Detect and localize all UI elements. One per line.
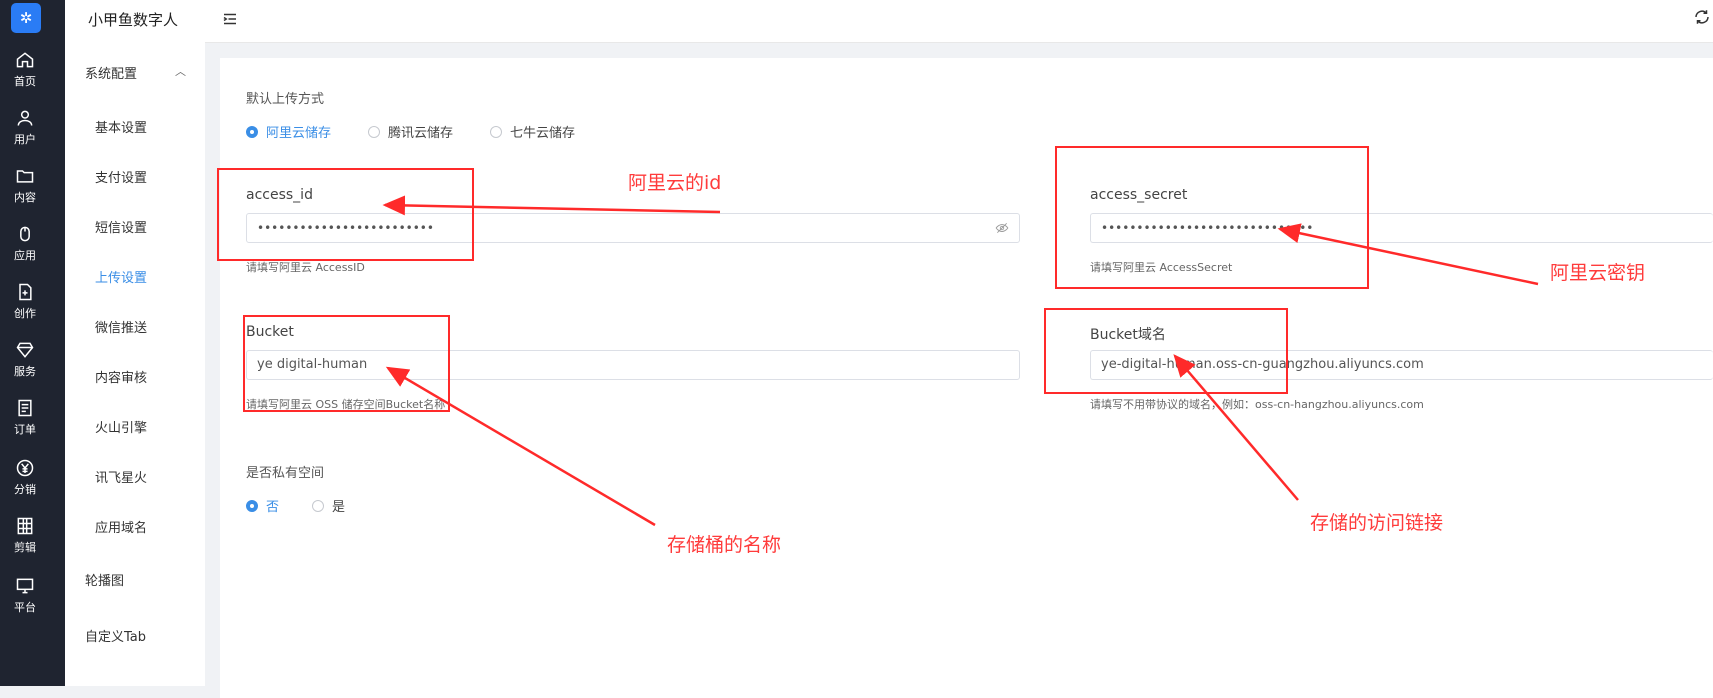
nav-group-system-config[interactable]: 系统配置 ︿ bbox=[85, 63, 186, 82]
diamond-icon bbox=[16, 342, 34, 358]
radio-dot bbox=[490, 125, 502, 138]
radio-aliyun[interactable]: 阿里云储存 bbox=[246, 122, 331, 141]
bucket-value: ye digital-human bbox=[257, 357, 368, 372]
rail-label-home: 首页 bbox=[14, 75, 36, 88]
eye-off-icon[interactable] bbox=[995, 222, 1009, 234]
nav-item-xfyun-spark[interactable]: 讯飞星火 bbox=[95, 467, 147, 486]
rail-item-content[interactable]: 内容 bbox=[0, 166, 50, 205]
access-secret-hint: 请填写阿里云 AccessSecret bbox=[1090, 261, 1233, 274]
nav-item-sms[interactable]: 短信设置 bbox=[95, 217, 147, 236]
default-upload-label: 默认上传方式 bbox=[246, 92, 325, 107]
radio-aliyun-label: 阿里云储存 bbox=[266, 126, 332, 141]
film-grid-icon bbox=[17, 517, 33, 535]
nav-item-volcengine[interactable]: 火山引擎 bbox=[95, 417, 147, 436]
note-bucket-domain: 存储的访问链接 bbox=[1310, 512, 1444, 534]
bucket-input[interactable]: ye digital-human bbox=[246, 350, 1020, 380]
rail-item-distribution[interactable]: 分销 bbox=[0, 458, 50, 497]
order-list-icon bbox=[18, 399, 32, 417]
radio-private-yes-label: 是 bbox=[332, 500, 346, 515]
rail-item-user[interactable]: 用户 bbox=[0, 108, 50, 147]
bucket-domain-input[interactable]: ye-digital-human.oss-cn-guangzhou.aliyun… bbox=[1090, 350, 1713, 380]
rail-item-editing[interactable]: 剪辑 bbox=[0, 516, 50, 555]
app-name: 小甲鱼数字人 bbox=[88, 11, 179, 29]
nav-item-carousel[interactable]: 轮播图 bbox=[85, 570, 124, 589]
access-id-hint: 请填写阿里云 AccessID bbox=[246, 261, 365, 274]
rail-item-create[interactable]: 创作 bbox=[0, 282, 50, 321]
access-id-value: ••••••••••••••••••••••••• bbox=[257, 221, 434, 235]
access-secret-value: •••••••••••••••••••••••••••••• bbox=[1101, 221, 1314, 235]
chevron-up-icon: ︿ bbox=[175, 65, 186, 78]
bucket-label: Bucket bbox=[246, 324, 294, 340]
nav-item-upload[interactable]: 上传设置 bbox=[95, 267, 147, 286]
bucket-domain-label: Bucket域名 bbox=[1090, 327, 1166, 343]
monitor-icon bbox=[16, 578, 34, 594]
nav-item-wechat-push[interactable]: 微信推送 bbox=[95, 317, 147, 336]
yen-icon bbox=[16, 459, 34, 477]
user-icon bbox=[17, 110, 33, 126]
rail-label-create: 创作 bbox=[14, 307, 36, 320]
radio-qiniu[interactable]: 七牛云储存 bbox=[490, 122, 575, 141]
mouse-icon bbox=[20, 226, 30, 242]
access-secret-input[interactable]: •••••••••••••••••••••••••••••• bbox=[1090, 213, 1713, 243]
radio-private-yes[interactable]: 是 bbox=[312, 496, 345, 515]
nav-item-payment[interactable]: 支付设置 bbox=[95, 167, 147, 186]
rail-item-apps[interactable]: 应用 bbox=[0, 224, 50, 263]
home-icon bbox=[16, 52, 34, 68]
rail-item-platform[interactable]: 平台 bbox=[0, 576, 50, 615]
radio-dot bbox=[246, 499, 258, 512]
private-space-label: 是否私有空间 bbox=[246, 466, 325, 481]
rail-item-orders[interactable]: 订单 bbox=[0, 398, 50, 437]
menu-fold-icon[interactable] bbox=[221, 10, 239, 28]
rail-label-editing: 剪辑 bbox=[14, 541, 36, 554]
nav-item-content-review[interactable]: 内容审核 bbox=[95, 367, 147, 386]
rail-label-user: 用户 bbox=[14, 133, 36, 146]
rail-item-home[interactable]: 首页 bbox=[0, 50, 50, 89]
radio-tencent[interactable]: 腾讯云储存 bbox=[368, 122, 453, 141]
radio-qiniu-label: 七牛云储存 bbox=[510, 126, 576, 141]
rail-label-content: 内容 bbox=[14, 191, 36, 204]
top-bar bbox=[205, 0, 1713, 43]
nav-item-basic[interactable]: 基本设置 bbox=[95, 117, 147, 136]
bucket-domain-hint: 请填写不用带协议的域名，例如：oss-cn-hangzhou.aliyuncs.… bbox=[1090, 398, 1424, 411]
rail-label-platform: 平台 bbox=[14, 601, 36, 614]
note-access-id: 阿里云的id bbox=[628, 172, 722, 194]
file-plus-icon bbox=[19, 283, 32, 301]
sub-navigation: 小甲鱼数字人 系统配置 ︿ 基本设置 支付设置 短信设置 上传设置 微信推送 内… bbox=[65, 0, 205, 686]
radio-dot bbox=[368, 125, 380, 138]
rail-label-distribution: 分销 bbox=[14, 483, 36, 496]
note-bucket: 存储桶的名称 bbox=[667, 534, 782, 556]
app-logo-icon[interactable]: ✲ bbox=[11, 3, 41, 33]
access-id-label: access_id bbox=[246, 187, 313, 203]
upload-settings-card: 默认上传方式 阿里云储存 腾讯云储存 七牛云储存 access_id •••••… bbox=[220, 58, 1713, 698]
radio-private-no-label: 否 bbox=[266, 500, 280, 515]
radio-dot bbox=[312, 499, 324, 512]
note-access-secret: 阿里云密钥 bbox=[1550, 262, 1646, 284]
nav-item-custom-tab[interactable]: 自定义Tab bbox=[85, 626, 146, 645]
refresh-icon[interactable] bbox=[1693, 8, 1711, 26]
bucket-domain-value: ye-digital-human.oss-cn-guangzhou.aliyun… bbox=[1101, 357, 1424, 372]
bucket-hint: 请填写阿里云 OSS 储存空间Bucket名称 bbox=[246, 398, 446, 411]
rail-label-orders: 订单 bbox=[14, 423, 36, 436]
folder-icon bbox=[16, 170, 34, 183]
rail-item-service[interactable]: 服务 bbox=[0, 340, 50, 379]
nav-group-label: 系统配置 bbox=[85, 67, 138, 82]
icon-rail: ✲ 首页 用户 内容 应用 创作 服务 订单 分销 剪辑 平台 bbox=[0, 0, 65, 686]
nav-item-app-domain[interactable]: 应用域名 bbox=[95, 517, 147, 536]
radio-tencent-label: 腾讯云储存 bbox=[388, 126, 454, 141]
rail-label-service: 服务 bbox=[14, 365, 36, 378]
access-id-input[interactable]: ••••••••••••••••••••••••• bbox=[246, 213, 1020, 243]
access-secret-label: access_secret bbox=[1090, 187, 1188, 203]
radio-dot bbox=[246, 125, 258, 138]
rail-label-apps: 应用 bbox=[14, 249, 36, 262]
radio-private-no[interactable]: 否 bbox=[246, 496, 279, 515]
